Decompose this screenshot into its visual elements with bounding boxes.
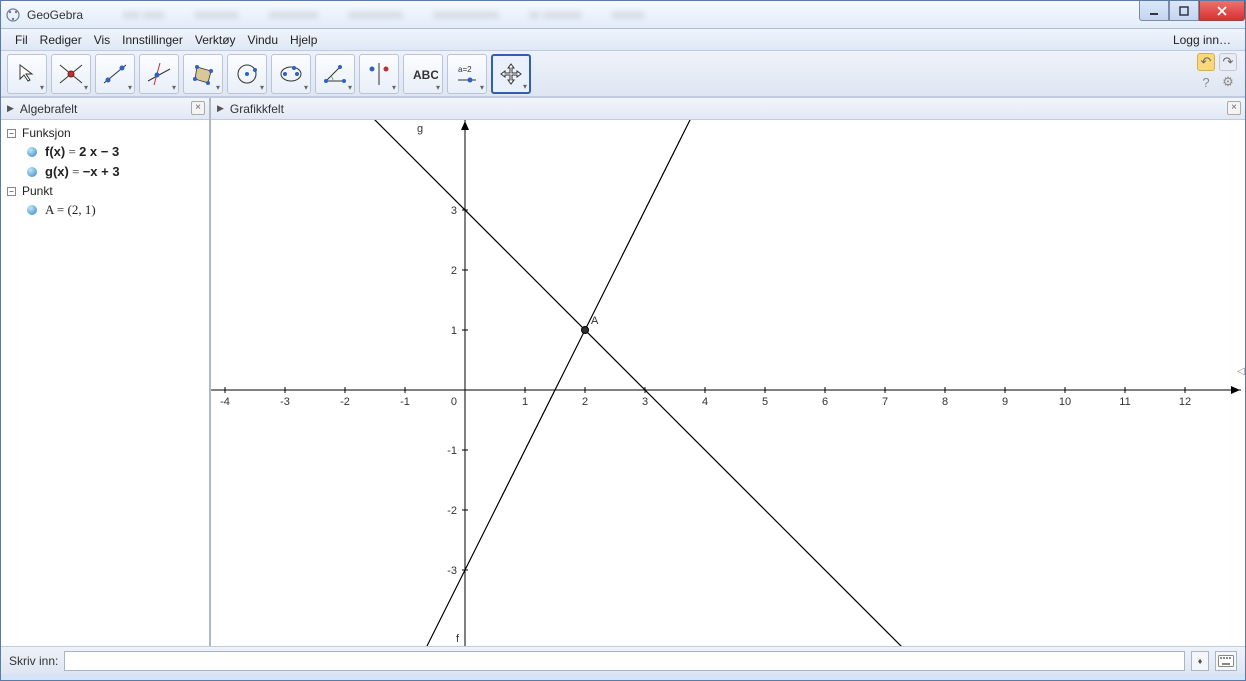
svg-text:a=2: a=2 <box>458 65 472 74</box>
function-g-label: g(x) = −x + 3 <box>45 164 120 180</box>
tree-group-punkt[interactable]: − Punkt <box>1 182 209 200</box>
workspace: ▶ Algebrafelt × − Funksjon f(x) = 2 x − … <box>1 97 1245 646</box>
svg-text:-2: -2 <box>340 396 350 408</box>
svg-text:3: 3 <box>642 396 648 408</box>
graphics-pane: ▶ Grafikkfelt × -4-3-2-1123456789101112-… <box>211 98 1245 646</box>
tool-angle[interactable]: ▾ <box>315 54 355 94</box>
svg-text:8: 8 <box>942 396 948 408</box>
menu-innstillinger[interactable]: Innstillinger <box>116 33 189 47</box>
svg-text:-1: -1 <box>447 445 457 457</box>
svg-text:f: f <box>456 633 460 645</box>
tool-text[interactable]: ABC▾ <box>403 54 443 94</box>
toolbar: ▾ ▾ ▾ ▾ ▾ ▾ ▾ ▾ ▾ ABC▾ a=2▾ ▾ ↶ ↷ ? ⚙ <box>1 51 1245 97</box>
svg-text:3: 3 <box>451 205 457 217</box>
menu-hjelp[interactable]: Hjelp <box>284 33 323 47</box>
tool-perpendicular[interactable]: ▾ <box>139 54 179 94</box>
window-title: GeoGebra <box>27 8 83 22</box>
collapse-icon: − <box>7 129 16 138</box>
svg-text:4: 4 <box>702 396 708 408</box>
pane-toggle-icon: ▶ <box>217 103 224 114</box>
group-label: Funksjon <box>22 126 71 140</box>
tree-group-funksjon[interactable]: − Funksjon <box>1 124 209 142</box>
app-icon <box>5 7 21 23</box>
input-bar: Skriv inn: ♦ <box>1 646 1245 674</box>
command-input[interactable] <box>64 651 1185 671</box>
svg-text:-1: -1 <box>400 396 410 408</box>
settings-icon[interactable]: ⚙ <box>1219 73 1237 91</box>
svg-text:-3: -3 <box>447 565 457 577</box>
group-label: Punkt <box>22 184 53 198</box>
tool-move[interactable]: ▾ <box>7 54 47 94</box>
point-a-label: A = (2, 1) <box>45 202 96 218</box>
svg-text:1: 1 <box>522 396 528 408</box>
menu-rediger[interactable]: Rediger <box>34 33 88 47</box>
graphics-pane-header[interactable]: ▶ Grafikkfelt × <box>211 98 1245 120</box>
tree-item-g[interactable]: g(x) = −x + 3 <box>1 162 209 182</box>
menu-verktoy[interactable]: Verktøy <box>189 33 242 47</box>
window-titlebar: GeoGebra xxx xxxxxxxxxxxxxxxxxxxxxxxxxxx… <box>1 1 1245 29</box>
algebra-pane: ▶ Algebrafelt × − Funksjon f(x) = 2 x − … <box>1 98 211 646</box>
algebra-tree: − Funksjon f(x) = 2 x − 3 g(x) = −x + 3 … <box>1 120 209 224</box>
svg-text:12: 12 <box>1179 396 1191 408</box>
undo-icon[interactable]: ↶ <box>1197 53 1215 71</box>
algebra-pane-title: Algebrafelt <box>20 102 77 116</box>
symbol-picker-icon[interactable]: ♦ <box>1191 651 1209 671</box>
algebra-pane-close-icon[interactable]: × <box>191 101 205 115</box>
tree-item-a[interactable]: A = (2, 1) <box>1 200 209 220</box>
graphics-canvas[interactable]: -4-3-2-1123456789101112-3-2-11230gfA <box>211 120 1245 646</box>
visibility-dot-icon[interactable] <box>27 205 37 215</box>
tool-reflect[interactable]: ▾ <box>359 54 399 94</box>
pane-toggle-icon: ▶ <box>7 103 14 114</box>
svg-text:6: 6 <box>822 396 828 408</box>
graphics-pane-close-icon[interactable]: × <box>1227 101 1241 115</box>
menu-vindu[interactable]: Vindu <box>242 33 284 47</box>
svg-text:ABC: ABC <box>413 68 438 82</box>
svg-text:5: 5 <box>762 396 768 408</box>
minimize-button[interactable] <box>1139 1 1169 21</box>
function-f-label: f(x) = 2 x − 3 <box>45 144 119 160</box>
collapse-icon: − <box>7 187 16 196</box>
tool-point[interactable]: ▾ <box>51 54 91 94</box>
maximize-button[interactable] <box>1169 1 1199 21</box>
tool-polygon[interactable]: ▾ <box>183 54 223 94</box>
background-tabs-blurred: xxx xxxxxxxxxxxxxxxxxxxxxxxxxxxxxxxxxxxx… <box>123 9 645 21</box>
visibility-dot-icon[interactable] <box>27 147 37 157</box>
help-icon[interactable]: ? <box>1197 73 1215 91</box>
redo-icon[interactable]: ↷ <box>1219 53 1237 71</box>
close-button[interactable] <box>1199 1 1245 21</box>
login-link[interactable]: Logg inn… <box>1167 33 1237 47</box>
menu-vis[interactable]: Vis <box>88 33 116 47</box>
svg-text:10: 10 <box>1059 396 1071 408</box>
svg-text:g: g <box>417 123 423 135</box>
menu-bar: Fil Rediger Vis Innstillinger Verktøy Vi… <box>1 29 1245 51</box>
svg-text:A: A <box>591 315 599 327</box>
svg-text:0: 0 <box>451 396 457 408</box>
svg-text:2: 2 <box>582 396 588 408</box>
svg-text:-3: -3 <box>280 396 290 408</box>
input-label: Skriv inn: <box>9 654 58 668</box>
tree-item-f[interactable]: f(x) = 2 x − 3 <box>1 142 209 162</box>
svg-text:7: 7 <box>882 396 888 408</box>
visibility-dot-icon[interactable] <box>27 167 37 177</box>
svg-text:1: 1 <box>451 325 457 337</box>
tool-move-view[interactable]: ▾ <box>491 54 531 94</box>
svg-text:-2: -2 <box>447 505 457 517</box>
graphics-pane-title: Grafikkfelt <box>230 102 284 116</box>
tool-line[interactable]: ▾ <box>95 54 135 94</box>
algebra-pane-header[interactable]: ▶ Algebrafelt × <box>1 98 209 120</box>
tool-slider[interactable]: a=2▾ <box>447 54 487 94</box>
menu-fil[interactable]: Fil <box>9 33 34 47</box>
svg-text:2: 2 <box>451 265 457 277</box>
tool-ellipse[interactable]: ▾ <box>271 54 311 94</box>
svg-text:11: 11 <box>1119 396 1130 408</box>
side-panel-handle-icon[interactable]: ◁ <box>1236 361 1246 381</box>
tool-circle[interactable]: ▾ <box>227 54 267 94</box>
keyboard-icon[interactable] <box>1215 651 1237 671</box>
svg-text:9: 9 <box>1002 396 1008 408</box>
svg-text:-4: -4 <box>220 396 230 408</box>
